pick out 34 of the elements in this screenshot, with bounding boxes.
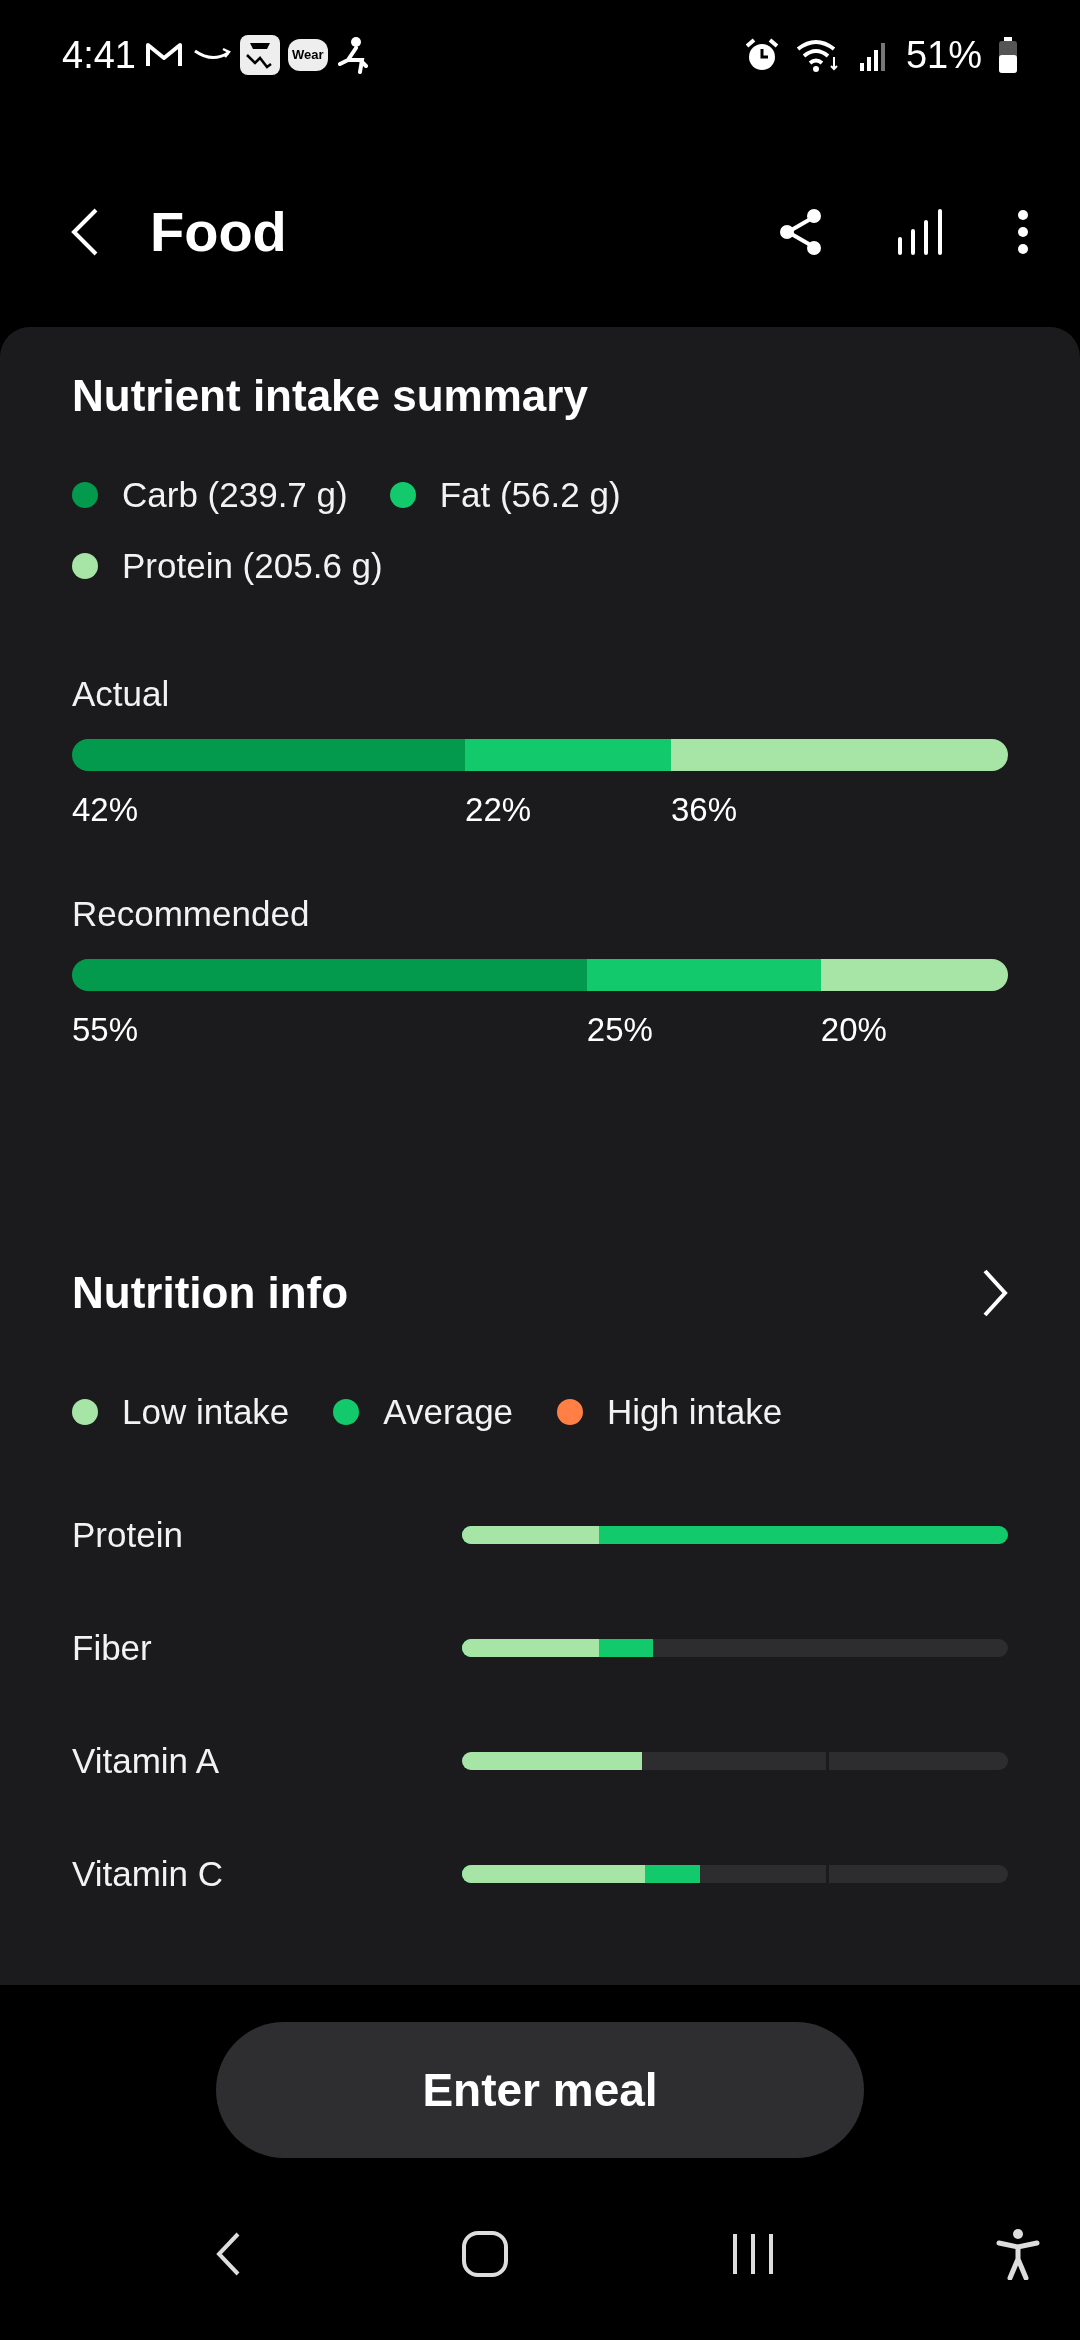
wear-app-icon: Wear <box>287 39 328 71</box>
percent-label: 42% <box>72 790 139 828</box>
page-title: Food <box>150 198 288 265</box>
battery-percent: 51% <box>905 32 982 78</box>
accessibility-icon[interactable] <box>996 2228 1040 2280</box>
bar-label: Recommended <box>72 893 311 935</box>
section-title: Nutrient intake summary <box>72 370 589 422</box>
nutrient-name: Protein <box>72 1513 183 1556</box>
section-title: Nutrition info <box>72 1267 349 1319</box>
bar-label: Actual <box>72 673 171 715</box>
percent-label: 25% <box>586 1010 653 1048</box>
legend-label: High intake <box>607 1391 783 1433</box>
enter-meal-button[interactable]: Enter meal <box>216 2022 864 2158</box>
back-icon[interactable] <box>70 206 100 257</box>
percent-label: 20% <box>820 1010 887 1048</box>
legend-label: Protein (205.6 g) <box>122 544 383 587</box>
legend-label: Fat (56.2 g) <box>439 474 621 516</box>
percent-label: 36% <box>671 790 738 828</box>
percent-label: 22% <box>465 790 532 828</box>
back-icon[interactable] <box>215 2231 241 2277</box>
clock-time: 4:41 <box>62 32 136 78</box>
nutrient-name: Vitamin A <box>72 1739 220 1782</box>
home-icon[interactable] <box>461 2230 510 2278</box>
legend-label: Low intake <box>122 1391 290 1433</box>
alarm-icon <box>743 37 780 73</box>
battery-icon <box>998 37 1018 73</box>
scale-app-icon <box>239 35 280 75</box>
nutrient-name: Fiber <box>72 1626 152 1669</box>
percent-label: 55% <box>72 1010 139 1048</box>
nutrient-name: Vitamin C <box>72 1852 224 1895</box>
legend-label: Carb (239.7 g) <box>122 474 348 516</box>
chevron-right-icon[interactable] <box>982 1268 1008 1318</box>
legend-label: Average <box>383 1391 514 1433</box>
figure-icon <box>335 36 370 74</box>
